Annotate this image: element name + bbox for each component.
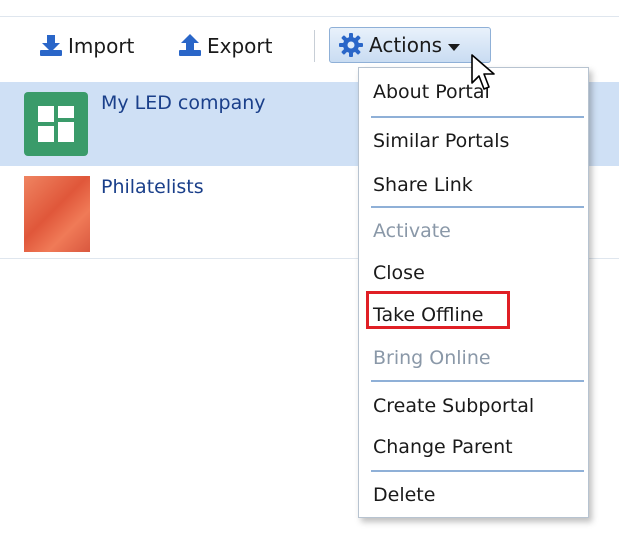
portal-grid-icon [24,92,88,156]
menu-item-activate: Activate [373,220,451,242]
actions-dropdown-menu: About Portal Similar Portals Share Link … [358,67,589,518]
export-label: Export [207,34,273,58]
gear-icon [338,32,364,58]
portal-browser: Import Export Actions My LED company Phi… [0,0,619,536]
download-arrow-icon [38,33,64,59]
menu-separator [371,206,584,208]
menu-item-take-offline[interactable]: Take Offline [373,304,484,326]
menu-item-close[interactable]: Close [373,262,425,284]
chevron-down-icon [448,43,461,51]
menu-item-share-link[interactable]: Share Link [373,174,473,196]
menu-separator [371,470,584,472]
import-label: Import [68,34,135,58]
menu-item-create-subportal[interactable]: Create Subportal [373,395,534,417]
menu-separator [371,380,584,382]
portal-name-link[interactable]: My LED company [101,92,266,114]
export-button[interactable]: Export [177,30,272,62]
actions-label: Actions [369,33,443,57]
upload-arrow-icon [177,33,203,59]
menu-item-delete[interactable]: Delete [373,484,435,506]
actions-menu-button[interactable]: Actions [329,27,491,63]
menu-item-bring-online: Bring Online [373,347,491,369]
menu-item-similar-portals[interactable]: Similar Portals [373,130,509,152]
portal-name-link[interactable]: Philatelists [101,176,204,198]
portal-thumbnail-image [24,176,90,252]
import-button[interactable]: Import [38,30,134,62]
mouse-pointer-icon [470,53,498,93]
menu-separator [371,116,584,118]
top-divider [0,16,619,17]
toolbar-separator [314,30,315,62]
menu-item-change-parent[interactable]: Change Parent [373,436,513,458]
